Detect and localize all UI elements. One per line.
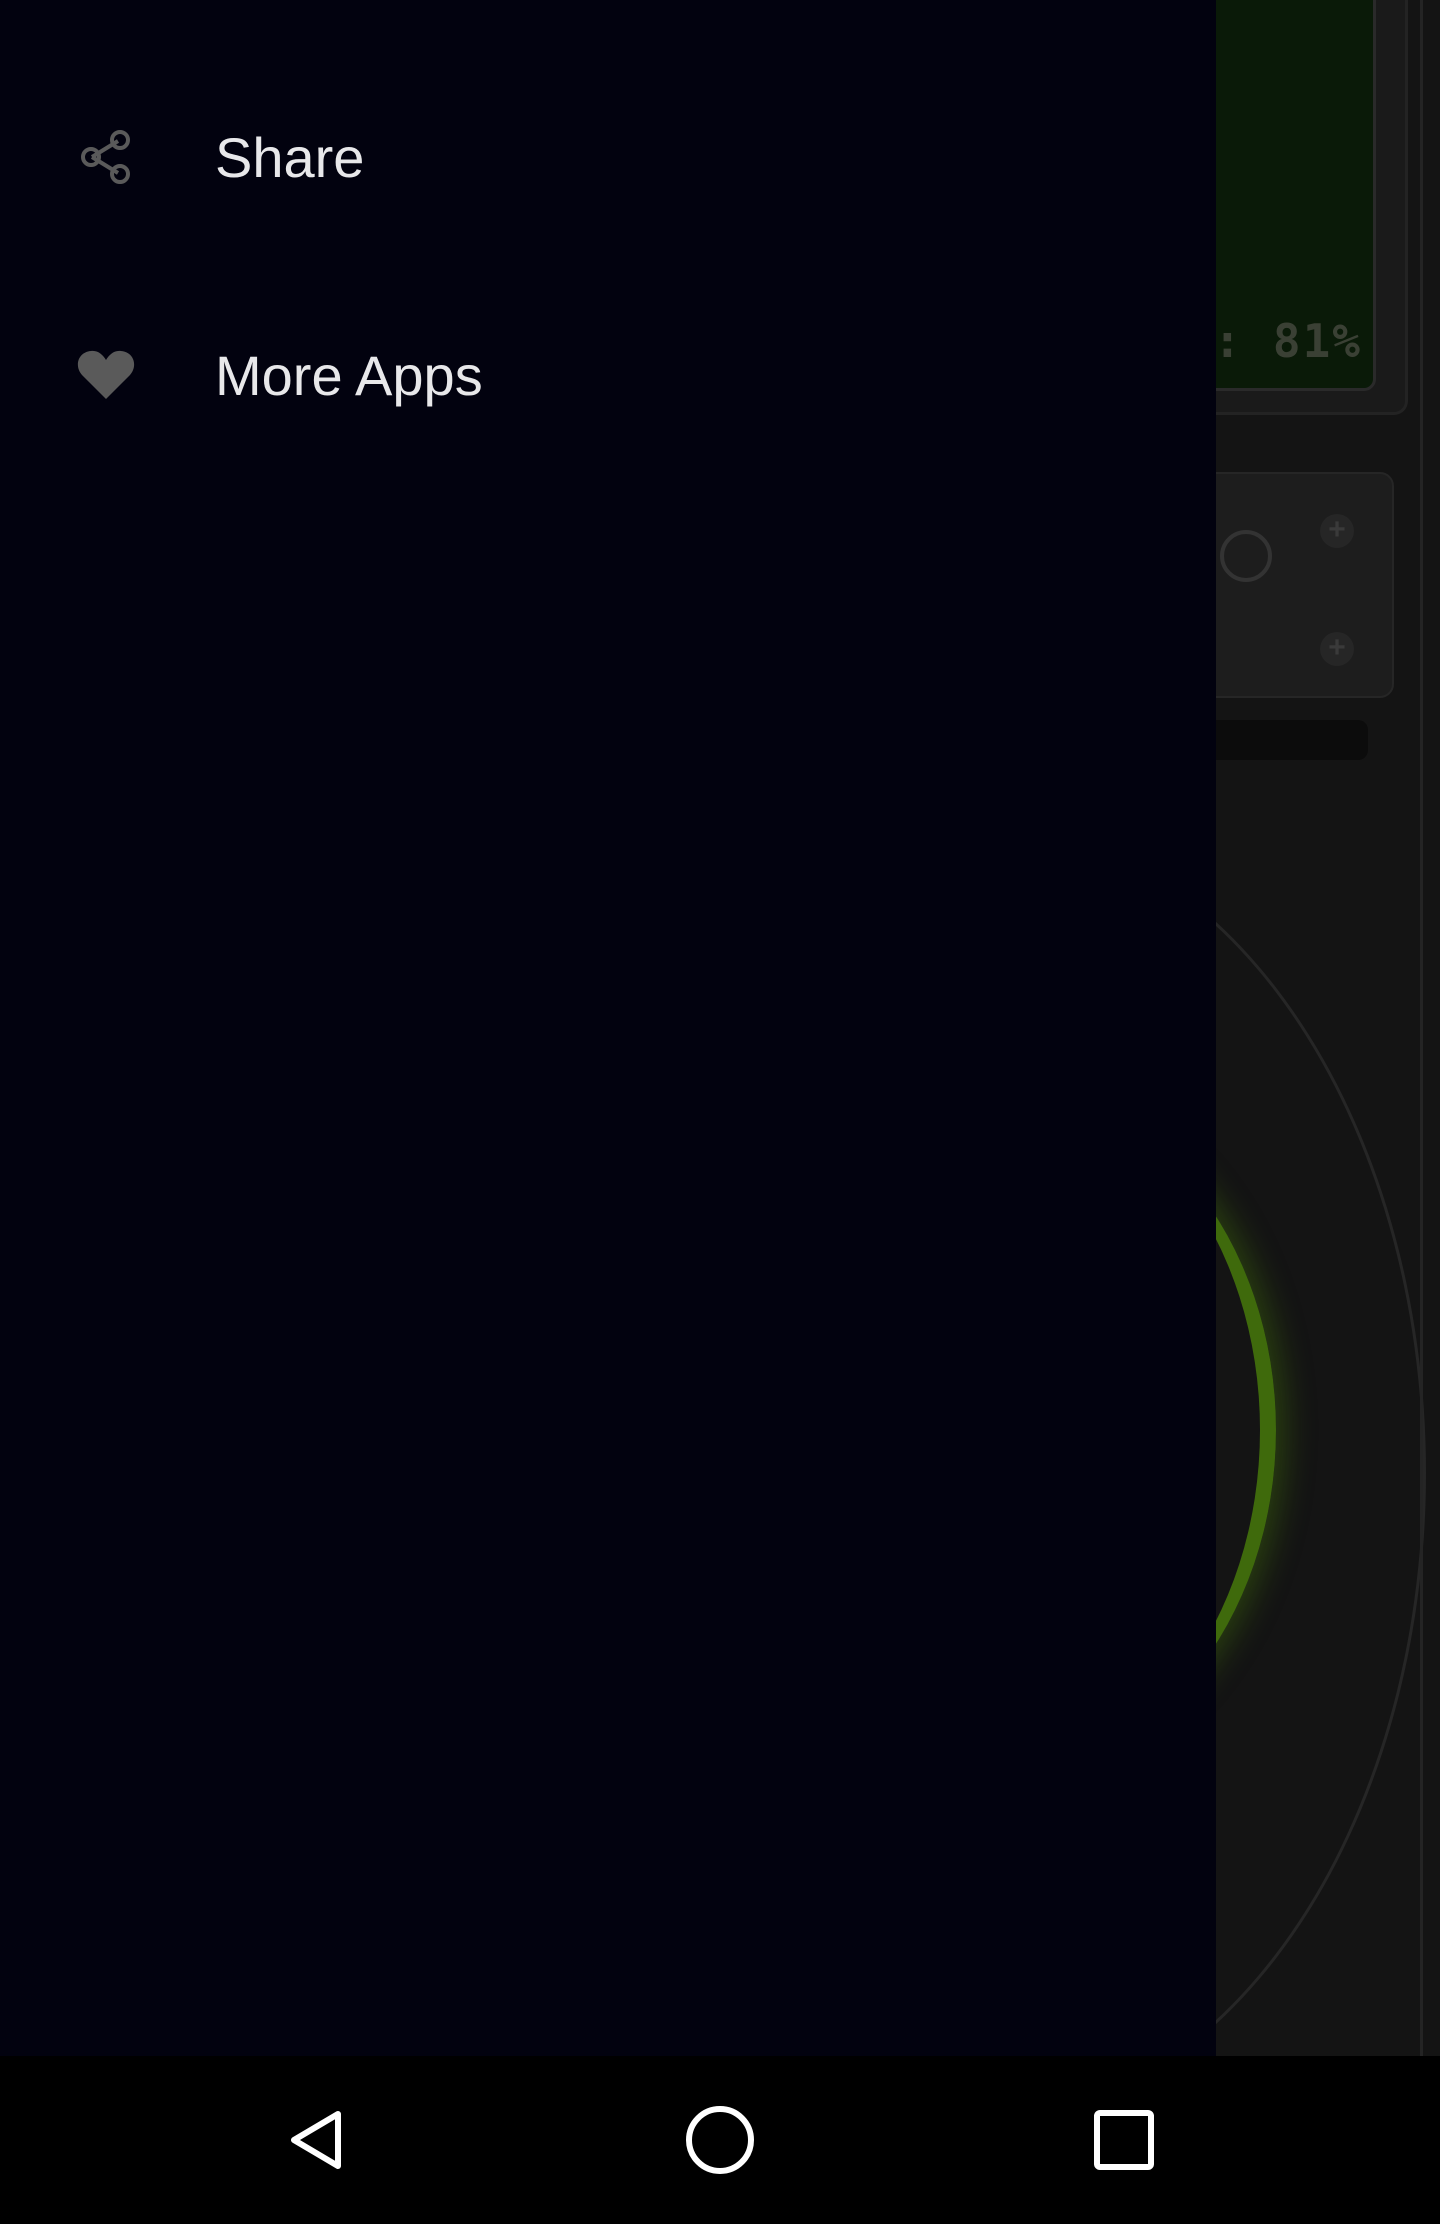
- drawer-item-more-apps[interactable]: More Apps: [0, 280, 1216, 470]
- drawer-item-share[interactable]: Share: [0, 62, 1216, 252]
- radio-circle-icon: [1220, 530, 1272, 582]
- back-icon[interactable]: [266, 2090, 366, 2190]
- navigation-drawer: Share More Apps: [0, 0, 1216, 2056]
- drawer-item-label: More Apps: [215, 343, 483, 407]
- heart-icon: [76, 345, 136, 405]
- home-icon[interactable]: [670, 2090, 770, 2190]
- app-edge: [1420, 0, 1423, 2056]
- share-icon: [76, 127, 136, 187]
- plus-icon: +: [1320, 632, 1354, 666]
- system-navigation-bar: [0, 2056, 1440, 2224]
- drawer-item-label: Share: [215, 125, 365, 189]
- recents-icon[interactable]: [1074, 2090, 1174, 2190]
- plus-icon: +: [1320, 514, 1354, 548]
